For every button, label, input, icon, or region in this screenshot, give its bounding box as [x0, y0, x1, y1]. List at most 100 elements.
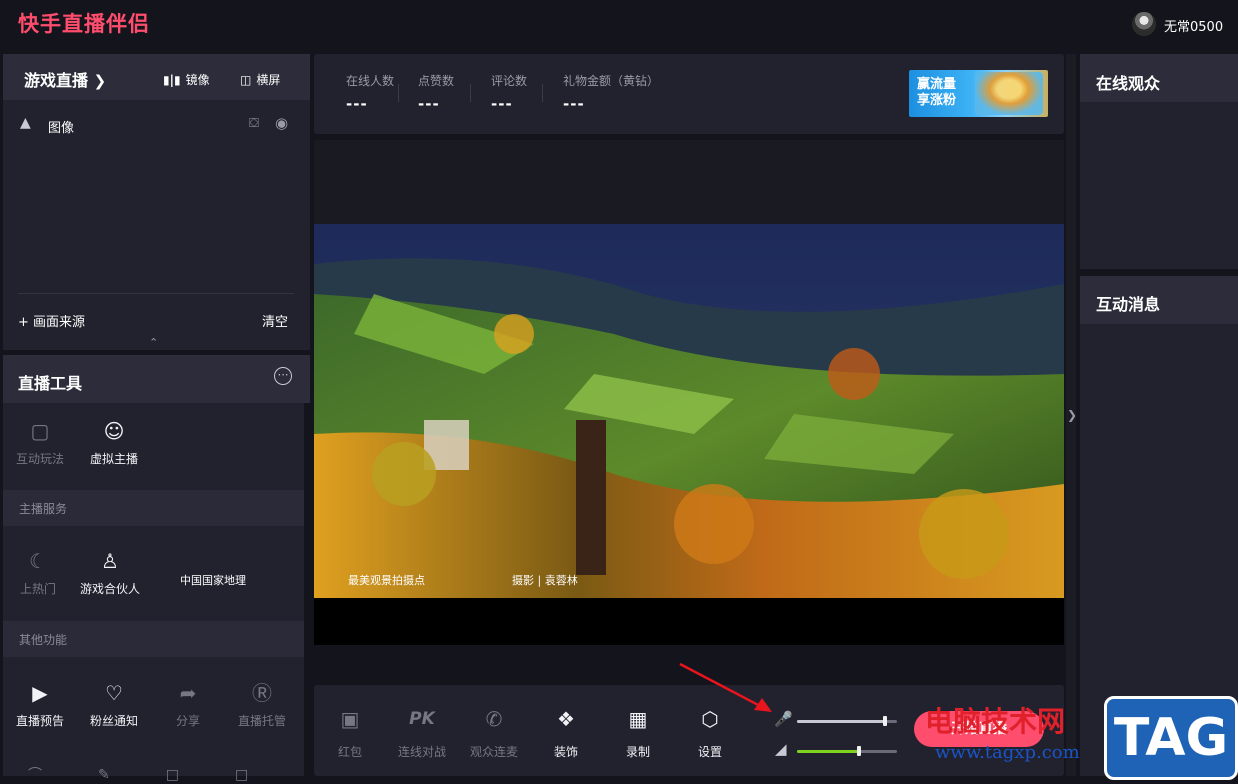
tool-share[interactable]: ➦ 分享	[152, 678, 224, 729]
calendar-play-icon: ▶	[32, 681, 48, 705]
tool-live-preview[interactable]: ▶ 直播预告	[4, 678, 76, 729]
speaker-volume-knob[interactable]	[857, 746, 861, 756]
site-watermark-url: www.tagxp.com	[935, 742, 1080, 763]
plus-icon: +	[18, 315, 29, 330]
pk-icon: PK	[409, 709, 435, 729]
collapse-up-icon[interactable]: ⌃	[149, 336, 158, 349]
user-icon: ♙	[101, 549, 119, 573]
landscape-icon: ◫	[240, 72, 252, 87]
tools-panel-title: 直播工具	[18, 374, 83, 393]
more-tools-row: ⌒✎□□	[28, 767, 305, 783]
watermark-right: 摄影 | 袁蓉林	[512, 574, 578, 587]
heart-chat-icon: ♡	[105, 681, 123, 705]
unlock-icon[interactable]: ⛋	[249, 116, 259, 131]
bottom-tool-label: 观众连麦	[469, 745, 518, 759]
section-label: 主播服务	[19, 502, 68, 516]
tool-interactive-play[interactable]: ▢ 互动玩法	[4, 416, 76, 467]
audience-panel-title: 在线观众	[1096, 74, 1161, 93]
stat-comments: 评论数 ---	[491, 72, 527, 113]
tool-virtual-host[interactable]: ☺ 虚拟主播	[78, 416, 150, 467]
hosting-icon: Ⓡ	[252, 681, 272, 705]
stat-value: ---	[563, 95, 585, 113]
divider	[542, 84, 543, 102]
tool-label: 直播托管	[237, 714, 286, 728]
banner-line-1: 赢流量	[917, 77, 957, 92]
bottom-tool-label: 红包	[337, 745, 362, 759]
record-button[interactable]: ▦ 录制	[608, 705, 668, 760]
eye-icon[interactable]: ◉	[275, 114, 288, 132]
bottom-tool-label: 装饰	[553, 745, 578, 759]
add-source-button[interactable]: + 画面来源	[18, 311, 85, 330]
watermark-left: 中国国家地理	[180, 574, 246, 587]
stat-value: ---	[346, 95, 368, 113]
app-title: 快手直播伴侣	[18, 12, 150, 36]
stat-label: 在线人数	[346, 74, 395, 88]
fire-moon-icon: ☾	[29, 549, 47, 573]
stat-label: 点赞数	[418, 74, 455, 88]
stat-value: ---	[418, 95, 440, 113]
mirror-button[interactable]: ▮|▮ 镜像	[163, 71, 210, 88]
expand-right-icon[interactable]: ❯	[1067, 408, 1077, 422]
landscape-button[interactable]: ◫ 横屏	[240, 71, 280, 88]
clear-button[interactable]: 清空	[262, 311, 288, 330]
share-icon: ➦	[179, 681, 197, 705]
more-options-icon[interactable]: ⋯	[274, 367, 292, 385]
username[interactable]: 无常0500	[1164, 16, 1223, 35]
tool-label: 上热门	[19, 582, 56, 596]
divider	[470, 84, 471, 102]
mic-volume-fill	[797, 720, 885, 723]
messages-panel-title: 互动消息	[1096, 295, 1161, 314]
section-label: 其他功能	[19, 633, 68, 647]
landscape-label: 横屏	[256, 73, 281, 87]
tag-logo: TAG	[1104, 696, 1238, 780]
audience-mic-button[interactable]: ✆ 观众连麦	[464, 705, 524, 760]
promo-banner-art	[975, 72, 1043, 115]
pk-battle-button[interactable]: PK 连线对战	[392, 705, 452, 760]
mic-volume-knob[interactable]	[883, 716, 887, 726]
phone-link-icon: ✆	[485, 707, 503, 731]
stat-gifts: 礼物金额（黄钻） ---	[563, 72, 659, 113]
stat-likes: 点赞数 ---	[418, 72, 454, 113]
preview-image[interactable]	[314, 224, 1064, 598]
divider	[398, 84, 399, 102]
site-watermark-name: 电脑技术网	[925, 705, 1066, 738]
stat-label: 评论数	[491, 74, 528, 88]
tool-game-partner[interactable]: ♙ 游戏合伙人	[74, 546, 146, 597]
banner-line-2: 享涨粉	[917, 93, 957, 108]
stat-value: ---	[491, 95, 513, 113]
decoration-button[interactable]: ❖ 装饰	[536, 705, 596, 760]
watermark-mid: 最美观景拍摄点	[348, 574, 425, 587]
red-packet-icon: ▣	[340, 707, 360, 731]
mic-muted-icon[interactable]: 🎤	[774, 710, 793, 728]
puzzle-icon: ❖	[557, 707, 575, 731]
promo-banner-text: 赢流量 享涨粉	[917, 77, 956, 109]
mirror-icon: ▮|▮	[163, 72, 181, 87]
source-item-label: 图像	[48, 121, 75, 136]
bottom-tool-label: 录制	[625, 745, 650, 759]
tool-hosting[interactable]: Ⓡ 直播托管	[226, 678, 298, 729]
arrow-line	[679, 662, 765, 710]
annotation-arrow	[679, 662, 772, 712]
live-type-selector[interactable]: 游戏直播 ❯	[24, 67, 106, 91]
add-source-label: 画面来源	[33, 315, 86, 330]
live-type-label: 游戏直播	[24, 71, 89, 90]
landscape-photo	[314, 224, 1064, 598]
source-item-image[interactable]: ▲ 图像 ⛋ ◉	[3, 110, 310, 138]
tool-label: 游戏合伙人	[79, 582, 140, 596]
image-icon: ▲	[20, 115, 31, 131]
section-host-services: 主播服务	[3, 490, 304, 526]
tool-trending[interactable]: ☾ 上热门	[2, 546, 74, 597]
red-packet-button[interactable]: ▣ 红包	[320, 705, 380, 760]
stat-label: 礼物金额（黄钻）	[563, 74, 660, 88]
speaker-icon[interactable]: ◢	[775, 740, 787, 758]
stat-online: 在线人数 ---	[346, 72, 394, 113]
face-scan-icon: ☺	[103, 419, 125, 443]
tool-fan-notify[interactable]: ♡ 粉丝通知	[78, 678, 150, 729]
divider	[18, 293, 294, 294]
preview-letterbox	[314, 598, 1064, 645]
speaker-volume-fill	[797, 750, 859, 753]
avatar[interactable]	[1132, 12, 1156, 36]
tool-label: 分享	[175, 714, 200, 728]
bottom-tool-label: 设置	[697, 745, 722, 759]
gamepad-icon: ▢	[30, 419, 50, 443]
